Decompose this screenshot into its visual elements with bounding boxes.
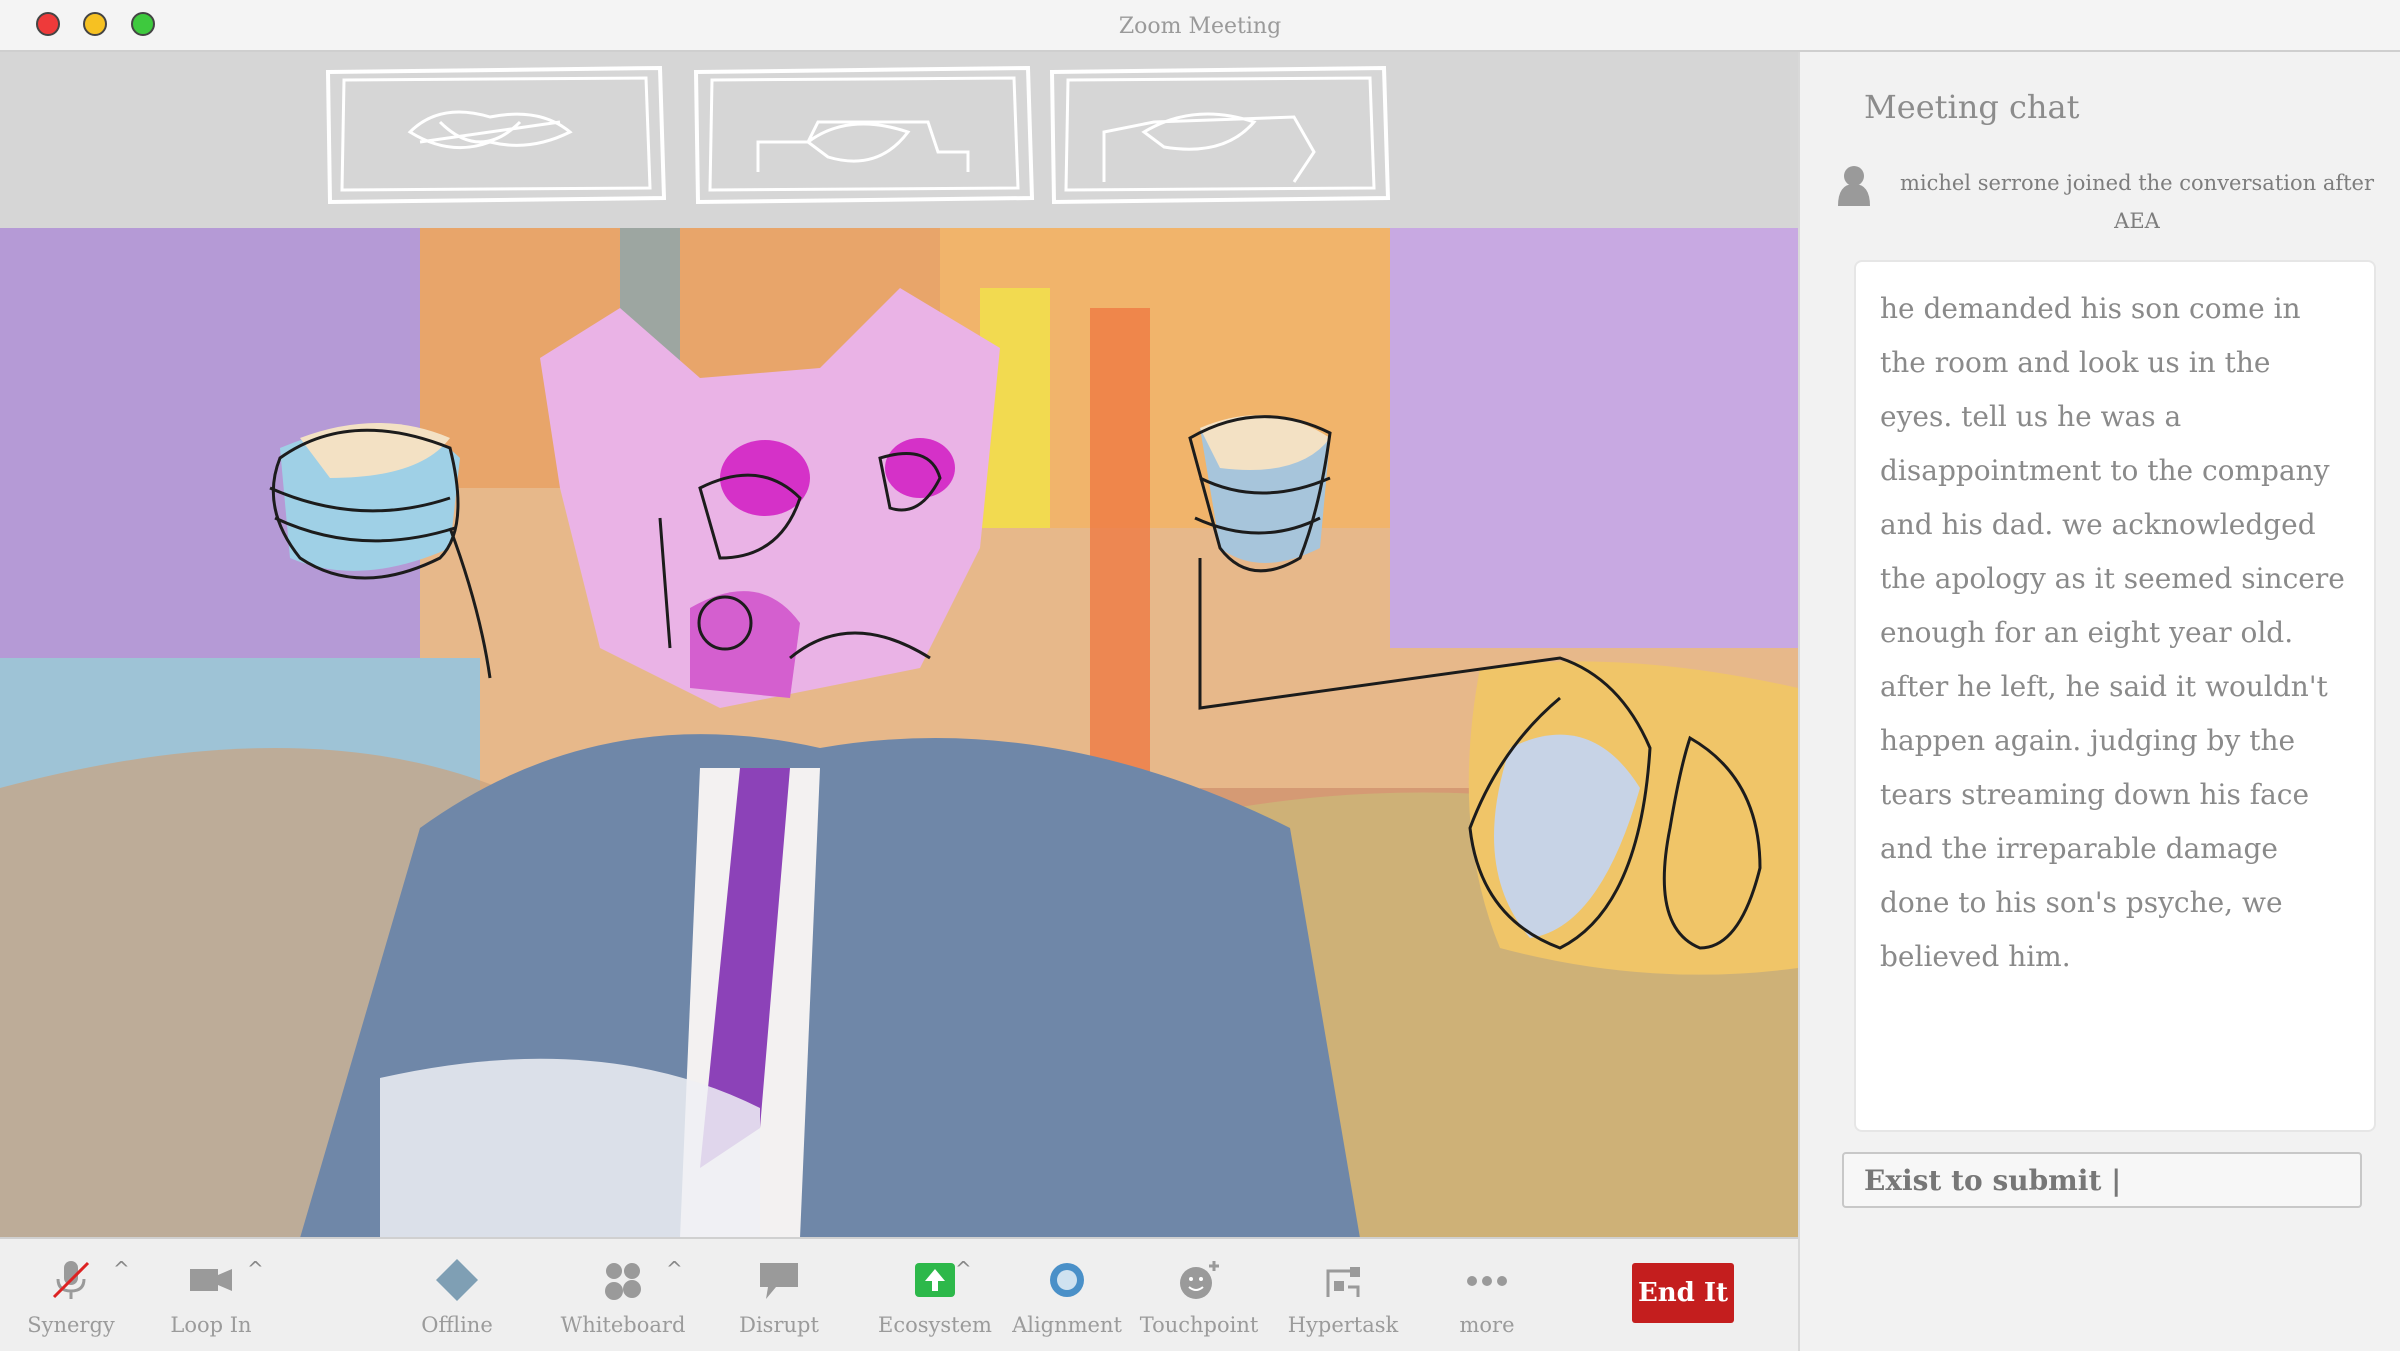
disrupt-button[interactable]: Disrupt bbox=[714, 1257, 844, 1337]
more-dots-icon bbox=[1464, 1257, 1510, 1303]
ecosystem-options-caret[interactable]: ^ bbox=[955, 1257, 972, 1281]
participant-thumbnail[interactable] bbox=[688, 62, 1038, 207]
meeting-toolbar: Synergy ^ Loop In ^ Offline Whiteboard ^… bbox=[0, 1237, 1798, 1351]
chat-message: he demanded his son come in the room and… bbox=[1880, 292, 2345, 973]
participant-thumbnail[interactable] bbox=[1044, 62, 1394, 207]
chat-title: Meeting chat bbox=[1864, 88, 2080, 126]
more-label: more bbox=[1459, 1313, 1515, 1337]
participants-icon bbox=[600, 1257, 646, 1303]
end-meeting-button[interactable]: End It bbox=[1632, 1263, 1734, 1323]
main-video-feed[interactable] bbox=[0, 228, 1798, 1238]
whiteboard-label: Whiteboard bbox=[560, 1313, 686, 1337]
alignment-button[interactable]: Alignment bbox=[1002, 1257, 1132, 1337]
participant-thumbnails bbox=[0, 52, 1798, 228]
join-notice: michel serrone joined the conversation a… bbox=[1899, 171, 2375, 233]
synergy-options-caret[interactable]: ^ bbox=[113, 1257, 130, 1281]
touchpoint-button[interactable]: Touchpoint bbox=[1134, 1257, 1264, 1337]
smiley-plus-icon bbox=[1176, 1257, 1222, 1303]
speech-bubble-icon bbox=[756, 1257, 802, 1303]
thumbnail-sketch bbox=[325, 65, 667, 205]
apps-icon bbox=[1320, 1257, 1366, 1303]
hypertask-label: Hypertask bbox=[1287, 1313, 1399, 1337]
chat-message-box: he demanded his son come in the room and… bbox=[1856, 262, 2374, 1130]
chat-input[interactable]: Exist to submit | bbox=[1842, 1152, 2362, 1208]
chat-panel: Meeting chat michel serrone joined the c… bbox=[1798, 52, 2400, 1351]
thumbnail-sketch bbox=[1049, 65, 1391, 205]
disrupt-label: Disrupt bbox=[739, 1313, 819, 1337]
muted-microphone-icon bbox=[48, 1257, 94, 1303]
video-camera-icon bbox=[188, 1257, 234, 1303]
alignment-label: Alignment bbox=[1012, 1313, 1122, 1337]
painted-scene bbox=[0, 228, 1798, 1238]
participant-thumbnail[interactable] bbox=[320, 62, 670, 207]
window-title: Zoom Meeting bbox=[1118, 14, 1282, 39]
offline-button[interactable]: Offline bbox=[392, 1257, 522, 1337]
loop-in-label: Loop In bbox=[170, 1313, 252, 1337]
user-avatar-icon bbox=[1834, 162, 1874, 210]
loop-in-options-caret[interactable]: ^ bbox=[247, 1257, 264, 1281]
thumbnail-sketch bbox=[693, 65, 1035, 205]
diamond-icon bbox=[434, 1257, 480, 1303]
whiteboard-options-caret[interactable]: ^ bbox=[666, 1257, 683, 1281]
title-bar: Zoom Meeting bbox=[0, 0, 2400, 52]
more-button[interactable]: more bbox=[1422, 1257, 1552, 1337]
hypertask-button[interactable]: Hypertask bbox=[1278, 1257, 1408, 1337]
circle-record-icon bbox=[1044, 1257, 1090, 1303]
touchpoint-label: Touchpoint bbox=[1139, 1313, 1259, 1337]
offline-label: Offline bbox=[421, 1313, 493, 1337]
ecosystem-button[interactable]: Ecosystem bbox=[870, 1257, 1000, 1337]
ecosystem-label: Ecosystem bbox=[878, 1313, 992, 1337]
synergy-label: Synergy bbox=[27, 1313, 115, 1337]
share-screen-icon bbox=[912, 1257, 958, 1303]
meeting-stage bbox=[0, 52, 1798, 1238]
